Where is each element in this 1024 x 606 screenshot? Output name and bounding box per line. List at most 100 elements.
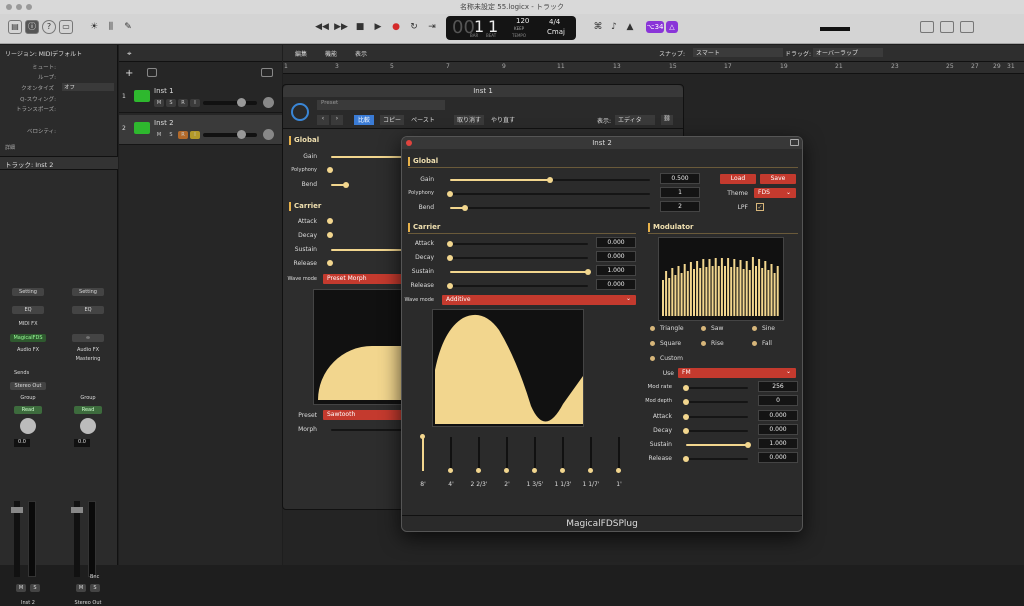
global-tracks-icon[interactable] xyxy=(261,68,273,77)
mod-rate-value[interactable]: 256 xyxy=(758,381,798,392)
track-name-1[interactable]: Inst 1 xyxy=(154,87,174,95)
polyphony-slider-knob[interactable] xyxy=(447,191,453,197)
view-menu[interactable]: 表示 xyxy=(355,49,367,58)
wave-mode-select[interactable]: Additive xyxy=(442,295,636,305)
replace-icon[interactable]: ⌘ xyxy=(590,20,606,34)
function-menu[interactable]: 機能 xyxy=(325,49,337,58)
gain-slider-knob[interactable] xyxy=(547,177,553,183)
drag-select[interactable]: オーバーラップ xyxy=(813,48,883,57)
mod-decay-value[interactable]: 0.000 xyxy=(758,424,798,435)
power-icon[interactable] xyxy=(291,103,309,121)
gain-value[interactable]: 0.500 xyxy=(660,173,700,184)
carrier-decay-knob[interactable] xyxy=(447,255,453,261)
solo-button-2[interactable]: S xyxy=(90,584,100,592)
expand-plugin-icon[interactable] xyxy=(790,139,799,146)
mute-button-1[interactable]: M xyxy=(16,584,26,592)
harmonic-slider-8[interactable] xyxy=(618,437,620,471)
link-icon[interactable]: ⛓ xyxy=(661,115,673,125)
mod-rate-knob[interactable] xyxy=(683,385,689,391)
redo-button[interactable]: やり直す xyxy=(488,115,518,125)
morph-slider-inst1[interactable] xyxy=(331,429,403,431)
output-slot[interactable]: Stereo Out xyxy=(10,382,46,390)
bend-slider[interactable] xyxy=(450,207,650,209)
mod-depth-slider[interactable] xyxy=(686,401,748,403)
mod-sustain-value[interactable]: 1.000 xyxy=(758,438,798,449)
instrument-slot[interactable]: MagicalFDS xyxy=(10,334,46,342)
inspector-icon[interactable]: ⓘ xyxy=(25,20,39,34)
modulator-use-select[interactable]: FM xyxy=(678,368,796,378)
harmonic-knob-8[interactable] xyxy=(616,468,621,473)
close-plugin-button[interactable] xyxy=(406,140,412,146)
save-button[interactable]: Save xyxy=(760,174,796,184)
metronome-icon[interactable]: ▲ xyxy=(622,20,638,34)
sustain-slider-inst1[interactable] xyxy=(331,249,403,251)
count-in-badge[interactable]: ⌥34 xyxy=(646,21,664,33)
gain-slider-inst1[interactable] xyxy=(331,156,403,158)
close-window-button[interactable] xyxy=(6,4,12,10)
mod-depth-knob[interactable] xyxy=(683,399,689,405)
harmonic-slider-3[interactable] xyxy=(478,437,480,471)
add-track-button[interactable]: + xyxy=(125,68,133,79)
mod-release-knob[interactable] xyxy=(683,456,689,462)
toolbar-toggle-icon[interactable]: ▭ xyxy=(59,20,73,34)
forward-button[interactable]: ▶▶ xyxy=(333,20,349,34)
carrier-release-value[interactable]: 0.000 xyxy=(596,279,636,290)
carrier-decay-value[interactable]: 0.000 xyxy=(596,251,636,262)
wave-square-radio[interactable]: Square xyxy=(650,340,681,348)
setting-button-1[interactable]: Setting xyxy=(12,288,44,296)
mute-track-2[interactable]: M xyxy=(154,131,164,139)
harmonic-knob-2[interactable] xyxy=(448,468,453,473)
wave-saw-radio[interactable]: Saw xyxy=(701,325,723,333)
pan-knob-1[interactable] xyxy=(20,418,36,434)
loop-browser-icon[interactable] xyxy=(940,21,954,33)
input-monitor-2[interactable]: I xyxy=(190,131,200,139)
smart-controls-icon[interactable]: ☀ xyxy=(86,20,102,34)
note-pad-icon[interactable] xyxy=(920,21,934,33)
stop-button[interactable]: ■ xyxy=(352,20,368,34)
setting-button-2[interactable]: Setting xyxy=(72,288,104,296)
editors-icon[interactable]: ✎ xyxy=(120,20,136,34)
region-header[interactable]: リージョン: MIDIデフォルト xyxy=(5,49,82,58)
undo-button[interactable]: 取り消す xyxy=(454,115,484,125)
browser-icon[interactable] xyxy=(960,21,974,33)
record-button[interactable]: ● xyxy=(388,20,404,34)
plugin-window-inst2[interactable]: Inst 2 Global Gain 0.500 Polyphony 1 Ben… xyxy=(401,136,803,532)
lcd-display[interactable]: 00 1 1 BAR BEAT 120 KEEP TEMPO 4/4 Cmaj xyxy=(446,16,576,40)
record-track-2[interactable]: R xyxy=(178,131,188,139)
fader-cap-2[interactable] xyxy=(71,507,83,513)
carrier-waveform-display[interactable] xyxy=(432,309,584,427)
attack-slider-inst1[interactable] xyxy=(327,218,333,224)
compare-button[interactable]: 比較 xyxy=(354,115,374,125)
mod-attack-slider[interactable] xyxy=(686,416,748,418)
tuner-icon[interactable]: ♪ xyxy=(606,20,622,34)
wave-mode-select-inst1[interactable]: Preset Morph xyxy=(323,274,403,284)
mute-button-2[interactable]: M xyxy=(76,584,86,592)
harmonic-slider-6[interactable] xyxy=(562,437,564,471)
mod-sustain-knob[interactable] xyxy=(745,442,751,448)
view-select[interactable]: エディタ xyxy=(615,115,655,125)
modulator-waveform-display[interactable] xyxy=(658,237,784,321)
carrier-decay-slider[interactable] xyxy=(450,257,588,259)
help-icon[interactable]: ? xyxy=(42,20,56,34)
harmonic-knob-4[interactable] xyxy=(504,468,509,473)
eq-button-1[interactable]: EQ xyxy=(12,306,44,314)
wave-fall-radio[interactable]: Fall xyxy=(752,340,772,348)
cycle-button[interactable]: ↻ xyxy=(406,20,422,34)
bend-value[interactable]: 2 xyxy=(660,201,700,212)
paste-button[interactable]: ペースト xyxy=(408,115,438,125)
mastering-slot[interactable]: Mastering xyxy=(70,356,106,362)
next-preset-button[interactable]: › xyxy=(331,115,343,125)
volume-slider[interactable] xyxy=(820,27,850,31)
mod-decay-slider[interactable] xyxy=(686,430,748,432)
wave-custom-radio[interactable]: Custom xyxy=(650,355,683,363)
carrier-release-knob[interactable] xyxy=(447,283,453,289)
decay-slider-inst1[interactable] xyxy=(327,232,333,238)
carrier-attack-slider[interactable] xyxy=(450,243,588,245)
bend-slider-knob[interactable] xyxy=(462,205,468,211)
play-button[interactable]: ▶ xyxy=(370,20,386,34)
load-button[interactable]: Load xyxy=(720,174,756,184)
harmonic-slider-2[interactable] xyxy=(450,437,452,471)
fader-cap-1[interactable] xyxy=(11,507,23,513)
track-name-2[interactable]: Inst 2 xyxy=(154,119,174,127)
quantize-select[interactable]: オフ xyxy=(62,83,114,91)
